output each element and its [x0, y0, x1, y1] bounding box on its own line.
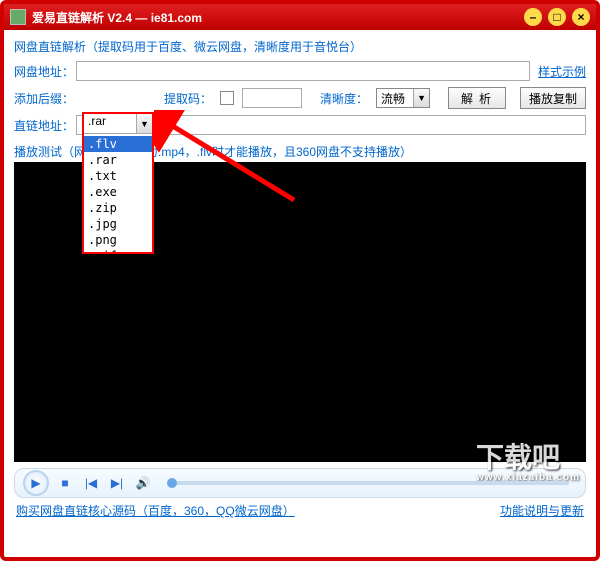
row-url: 网盘地址： 样式示例	[14, 61, 586, 81]
url-input[interactable]	[76, 61, 530, 81]
row-options: 添加后缀： 提取码： 清晰度： 流畅 ▼ 解析 播放复制	[14, 87, 586, 109]
suffix-option[interactable]: .flv	[84, 136, 152, 152]
suffix-option[interactable]: .txt	[84, 168, 152, 184]
suffix-option[interactable]: .rar	[84, 152, 152, 168]
buy-source-link[interactable]: 购买网盘直链核心源码（百度，360，QQ微云网盘）	[16, 502, 295, 519]
chevron-down-icon: ▼	[136, 114, 152, 133]
code-checkbox[interactable]	[220, 91, 234, 105]
close-button[interactable]: ×	[572, 8, 590, 26]
parse-button[interactable]: 解析	[448, 87, 506, 109]
label-direct: 直链地址：	[14, 117, 76, 134]
label-suffix: 添加后缀：	[14, 90, 76, 107]
progress-slider[interactable]	[167, 481, 569, 485]
player-bar: ▶ ■ |◀ ▶| 🔊	[14, 468, 586, 498]
code-input[interactable]	[242, 88, 302, 108]
maximize-button[interactable]: □	[548, 8, 566, 26]
minimize-button[interactable]: –	[524, 8, 542, 26]
suffix-combo[interactable]: .rar ▼	[84, 114, 152, 134]
clarity-value: 流畅	[377, 90, 413, 107]
play-button[interactable]: ▶	[23, 470, 49, 496]
copy-play-button[interactable]: 播放复制	[520, 87, 586, 109]
help-link[interactable]: 功能说明与更新	[500, 502, 584, 519]
suffix-option[interactable]: .jpg	[84, 216, 152, 232]
clarity-combo[interactable]: 流畅 ▼	[376, 88, 430, 108]
bottom-links: 购买网盘直链核心源码（百度，360，QQ微云网盘） 功能说明与更新	[14, 502, 586, 519]
window-title: 爱易直链解析 V2.4 — ie81.com	[32, 9, 518, 26]
sample-link[interactable]: 样式示例	[538, 63, 586, 80]
suffix-option[interactable]: .gif	[84, 248, 152, 252]
suffix-option[interactable]: .zip	[84, 200, 152, 216]
stop-button[interactable]: ■	[55, 473, 75, 493]
chevron-down-icon: ▼	[413, 89, 429, 107]
label-url: 网盘地址：	[14, 63, 76, 80]
suffix-option[interactable]: .png	[84, 232, 152, 248]
suffix-selected: .rar	[84, 114, 136, 133]
titlebar[interactable]: 爱易直链解析 V2.4 — ie81.com – □ ×	[4, 4, 596, 30]
prev-button[interactable]: |◀	[81, 473, 101, 493]
app-icon	[10, 9, 26, 25]
next-button[interactable]: ▶|	[107, 473, 127, 493]
suffix-option-list: .flv .rar .txt .exe .zip .jpg .png .gif	[84, 136, 152, 252]
client-area: 网盘直链解析（提取码用于百度、微云网盘，清晰度用于音悦台） 网盘地址： 样式示例…	[4, 30, 596, 557]
suffix-dropdown-open: .rar ▼ .flv .rar .txt .exe .zip .jpg .pn…	[82, 112, 154, 254]
label-code: 提取码：	[164, 90, 212, 107]
app-window: 爱易直链解析 V2.4 — ie81.com – □ × 网盘直链解析（提取码用…	[0, 0, 600, 561]
subtitle: 网盘直链解析（提取码用于百度、微云网盘，清晰度用于音悦台）	[14, 38, 586, 55]
suffix-option[interactable]: .exe	[84, 184, 152, 200]
volume-icon[interactable]: 🔊	[133, 473, 153, 493]
label-clarity: 清晰度：	[320, 90, 368, 107]
